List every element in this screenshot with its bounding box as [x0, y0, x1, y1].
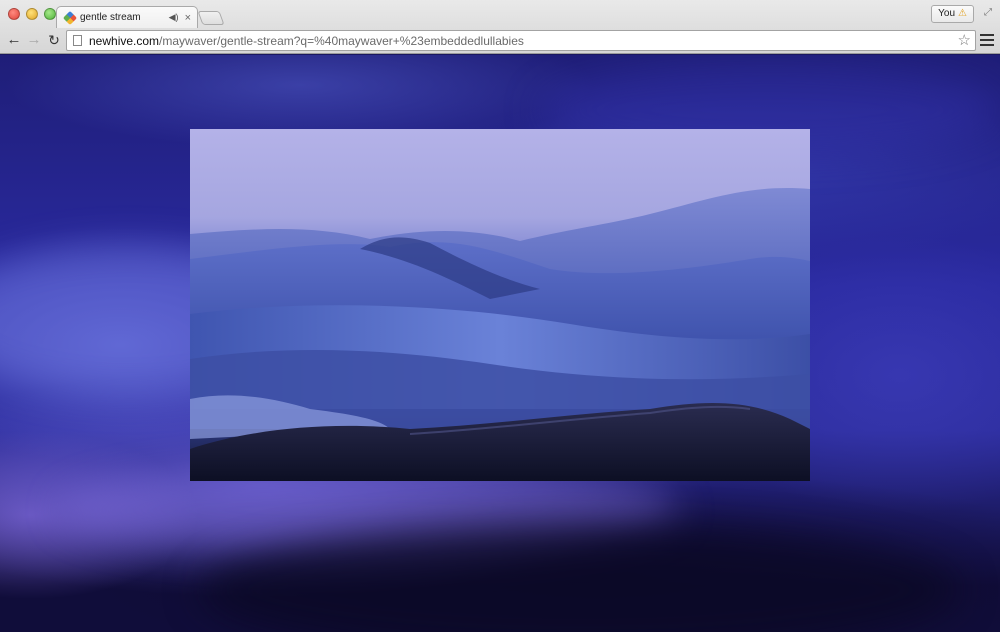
- page-icon: [73, 35, 82, 46]
- maximize-window-button[interactable]: [44, 8, 56, 20]
- reload-icon[interactable]: ↻: [45, 31, 63, 49]
- warning-icon: ⚠: [958, 8, 967, 19]
- browser-chrome: gentle stream ◀) × You ⚠ ⤢ ← → ↻ newhive…: [0, 0, 1000, 54]
- speaker-icon[interactable]: ◀): [169, 12, 179, 23]
- url-path: /maywaver/gentle-stream?q=%40maywaver+%2…: [159, 33, 524, 48]
- profile-label: You: [938, 8, 956, 19]
- profile-button[interactable]: You ⚠: [931, 5, 974, 23]
- minimize-window-button[interactable]: [26, 8, 38, 20]
- hamburger-menu-icon[interactable]: [980, 31, 994, 49]
- url-host: newhive.com: [89, 33, 160, 48]
- tab-title: gentle stream: [80, 12, 141, 23]
- fullscreen-icon[interactable]: ⤢: [984, 7, 992, 18]
- address-bar[interactable]: newhive.com /maywaver/gentle-stream?q=%4…: [66, 30, 976, 51]
- back-arrow-icon[interactable]: ←: [5, 31, 23, 49]
- close-window-button[interactable]: [8, 8, 20, 20]
- newhive-favicon-icon: [62, 10, 78, 25]
- forward-arrow-icon[interactable]: →: [25, 31, 43, 49]
- toolbar: ← → ↻ newhive.com /maywaver/gentle-strea…: [0, 28, 1000, 54]
- tab-gentle-stream[interactable]: gentle stream ◀) ×: [56, 6, 198, 28]
- video-frame-image: [190, 188, 810, 481]
- new-tab-button[interactable]: [197, 11, 225, 25]
- tab-close-icon[interactable]: ×: [185, 12, 191, 24]
- newhive-page-background: [0, 55, 1000, 632]
- window-controls: [8, 8, 56, 20]
- tab-strip: gentle stream ◀) × You ⚠ ⤢: [0, 0, 1000, 28]
- embedded-video[interactable]: [190, 129, 810, 481]
- bookmark-star-icon[interactable]: ☆: [958, 31, 971, 49]
